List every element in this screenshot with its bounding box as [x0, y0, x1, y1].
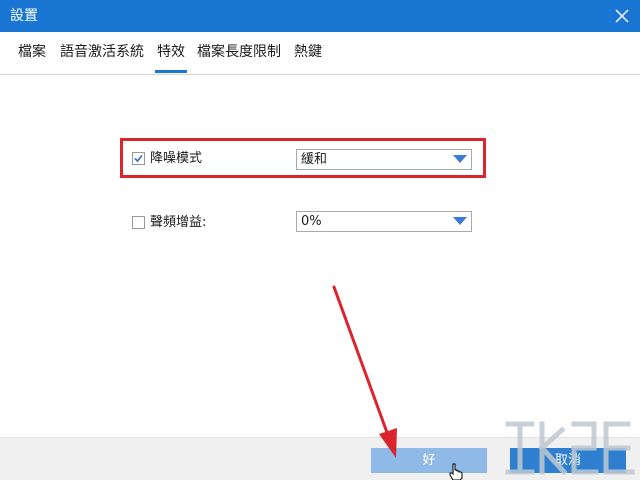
hand-pointer-icon: [449, 463, 463, 480]
close-icon: [615, 9, 629, 23]
close-button[interactable]: [610, 4, 634, 28]
gain-checkbox[interactable]: [132, 216, 145, 229]
tab-file-length-limit[interactable]: 檔案長度限制: [197, 42, 281, 62]
tab-effects[interactable]: 特效: [155, 42, 187, 73]
title-bar: 設置: [0, 0, 640, 32]
gain-row: 聲頻增益: 0%: [120, 207, 490, 239]
gain-dropdown[interactable]: 0%: [296, 211, 472, 232]
ok-button[interactable]: 好: [371, 448, 487, 473]
gain-label: 聲頻增益:: [150, 215, 207, 230]
tab-hotkeys[interactable]: 熱鍵: [294, 42, 322, 62]
window-title: 設置: [10, 8, 38, 24]
tab-file[interactable]: 檔案: [18, 42, 46, 62]
triangle-down-icon: [453, 155, 467, 163]
tab-voice-activation[interactable]: 語音激活系統: [60, 42, 144, 62]
tab-bar: 檔案 語音激活系統 特效 檔案長度限制 熱鍵: [0, 32, 640, 75]
noise-reduction-dropdown[interactable]: 緩和: [296, 149, 472, 170]
noise-reduction-row: 降噪模式 緩和: [120, 143, 490, 175]
watermark-logo: [505, 421, 635, 476]
triangle-down-icon: [453, 217, 467, 225]
noise-reduction-label: 降噪模式: [150, 151, 203, 166]
settings-dialog: 設置 檔案 語音激活系統 特效 檔案長度限制 熱鍵 降噪模式 緩和 聲頻增益: …: [0, 0, 640, 480]
noise-reduction-value: 緩和: [301, 152, 328, 167]
noise-reduction-checkbox[interactable]: [132, 152, 145, 165]
checkmark-icon: [134, 154, 143, 163]
gain-value: 0%: [301, 214, 322, 229]
